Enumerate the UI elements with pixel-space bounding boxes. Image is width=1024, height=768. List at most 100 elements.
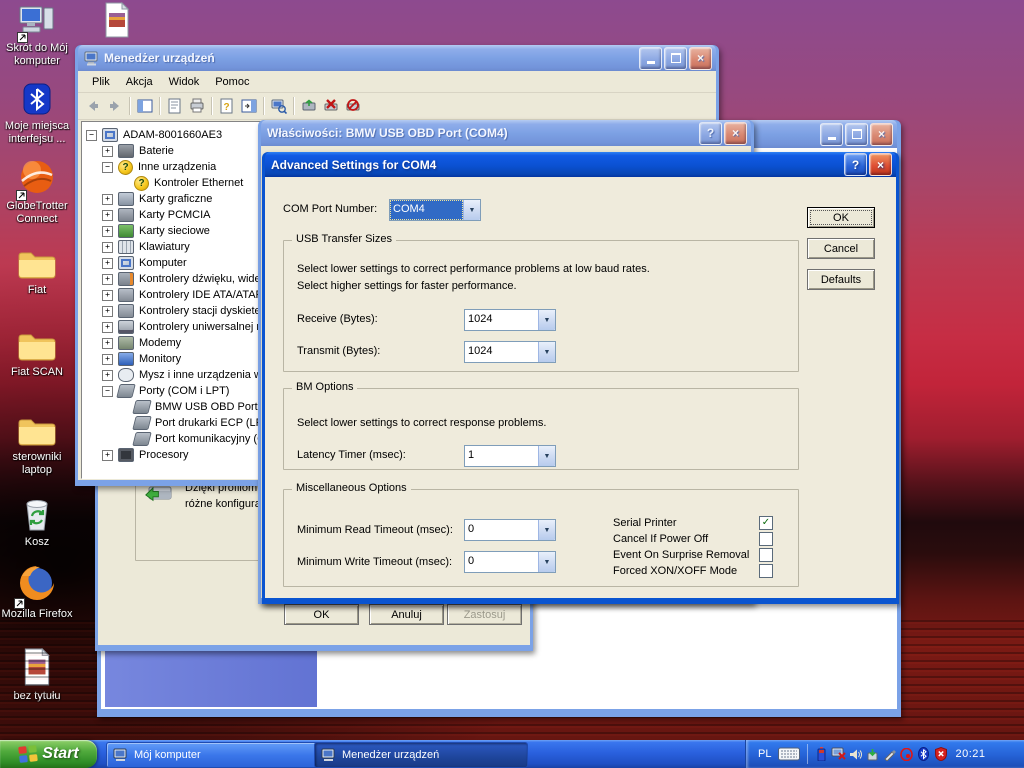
expand-box[interactable]: +	[102, 338, 113, 349]
cancel-button[interactable]: Anuluj	[369, 604, 444, 625]
help-button[interactable]: ?	[844, 153, 867, 176]
collapse-box[interactable]: −	[102, 162, 113, 173]
close-button[interactable]: ×	[689, 47, 712, 70]
expand-box[interactable]: +	[102, 194, 113, 205]
picture-file-icon	[22, 648, 52, 690]
help-button[interactable]: ?	[699, 122, 722, 145]
collapse-box[interactable]: −	[86, 130, 97, 141]
help-button[interactable]: ?	[217, 96, 237, 116]
close-button[interactable]: ×	[724, 122, 747, 145]
expand-box[interactable]: +	[102, 354, 113, 365]
expand-box[interactable]: +	[102, 322, 113, 333]
connect-icon[interactable]	[865, 747, 880, 762]
close-button[interactable]: ×	[869, 153, 892, 176]
dropdown-arrow-icon[interactable]: ▼	[538, 520, 555, 540]
dropdown-arrow-icon[interactable]: ▼	[538, 342, 555, 362]
task-device-manager[interactable]: Menedżer urządzeń	[314, 742, 528, 768]
desktop-icon-folder-fiat-scan[interactable]: Fiat SCAN	[0, 330, 74, 379]
minimize-button[interactable]	[639, 47, 662, 70]
desktop-icon-picture-file[interactable]	[80, 2, 154, 42]
ok-button[interactable]: OK	[284, 604, 359, 625]
menu-plik[interactable]: Plik	[84, 74, 118, 90]
display-error-icon[interactable]	[831, 747, 846, 762]
com-port-value: COM4	[390, 200, 463, 220]
checkbox-unchecked[interactable]	[759, 548, 773, 562]
language-indicator[interactable]: PL	[758, 748, 771, 760]
menu-widok[interactable]: Widok	[161, 74, 208, 90]
security-alert-icon[interactable]	[933, 747, 948, 762]
expand-box[interactable]: +	[102, 210, 113, 221]
minimize-button[interactable]	[820, 123, 843, 146]
back-button[interactable]	[83, 96, 103, 116]
checkbox-label: Event On Surprise Removal	[613, 549, 759, 561]
bluetooth-icon[interactable]	[916, 747, 931, 762]
maximize-button[interactable]	[845, 123, 868, 146]
desktop-icon-bluetooth-places[interactable]: Moje miejsca interfejsu ...	[0, 82, 74, 146]
expand-box[interactable]: +	[102, 226, 113, 237]
port-properties-titlebar[interactable]: Właściwości: BMW USB OBD Port (COM4) ? ×	[261, 120, 751, 146]
menu-pomoc[interactable]: Pomoc	[207, 74, 257, 90]
checkbox-unchecked[interactable]	[759, 532, 773, 546]
cpu-icon	[118, 448, 134, 462]
close-button[interactable]: ×	[870, 123, 893, 146]
desktop-icon-globetrotter[interactable]: GlobeTrotter Connect	[0, 158, 74, 226]
receive-bytes-select[interactable]: 1024 ▼	[464, 309, 556, 331]
checkbox-checked[interactable]: ✓	[759, 516, 773, 530]
dropdown-arrow-icon[interactable]: ▼	[538, 446, 555, 466]
show-console-tree-button[interactable]	[135, 96, 155, 116]
min-read-timeout-select[interactable]: 0 ▼	[464, 519, 556, 541]
latency-timer-value: 1	[465, 446, 538, 466]
print-button[interactable]	[187, 96, 207, 116]
disable-button[interactable]	[343, 96, 363, 116]
maximize-button[interactable]	[664, 47, 687, 70]
start-button[interactable]: Start	[0, 740, 97, 768]
dropdown-arrow-icon[interactable]: ▼	[463, 200, 480, 220]
update-driver-button[interactable]	[299, 96, 319, 116]
checkbox-unchecked[interactable]	[759, 564, 773, 578]
collapse-box[interactable]: −	[102, 386, 113, 397]
advanced-settings-titlebar[interactable]: Advanced Settings for COM4 ? ×	[265, 152, 896, 177]
expand-box[interactable]: +	[102, 146, 113, 157]
vodafone-icon[interactable]	[899, 747, 914, 762]
desktop-icon-label: Skrót do Mój komputer	[0, 42, 74, 68]
task-my-computer[interactable]: Mój komputer	[106, 742, 320, 768]
show-action-pane-button[interactable]	[239, 96, 259, 116]
expand-box[interactable]: +	[102, 242, 113, 253]
defaults-button[interactable]: Defaults	[807, 269, 875, 290]
uninstall-button[interactable]	[321, 96, 341, 116]
usb-help-text-1: Select lower settings to correct perform…	[297, 263, 650, 275]
menu-akcja[interactable]: Akcja	[118, 74, 161, 90]
device-manager-titlebar[interactable]: Menedżer urządzeń ×	[78, 45, 716, 71]
forward-button[interactable]	[105, 96, 125, 116]
keyboard-layout-icon[interactable]	[777, 747, 801, 762]
checkbox-row: Event On Surprise Removal	[613, 547, 773, 563]
cancel-button[interactable]: Cancel	[807, 238, 875, 259]
latency-timer-select[interactable]: 1 ▼	[464, 445, 556, 467]
battery-icon[interactable]	[814, 747, 829, 762]
desktop-icon-firefox[interactable]: Mozilla Firefox	[0, 562, 74, 621]
desktop-icon-folder-sterowniki[interactable]: sterowniki laptop	[0, 415, 74, 477]
dropdown-arrow-icon[interactable]: ▼	[538, 552, 555, 572]
properties-button[interactable]	[165, 96, 185, 116]
pen-icon[interactable]	[882, 747, 897, 762]
groupbox-title: USB Transfer Sizes	[292, 233, 396, 245]
desktop-icon-recycle-bin[interactable]: Kosz	[0, 496, 74, 549]
ok-button[interactable]: OK	[807, 207, 875, 228]
desktop-icon-folder-fiat[interactable]: Fiat	[0, 248, 74, 297]
expand-box[interactable]: +	[102, 306, 113, 317]
min-write-timeout-select[interactable]: 0 ▼	[464, 551, 556, 573]
desktop-icon-bez-tytulu[interactable]: bez tytułu	[0, 648, 74, 703]
expand-box[interactable]: +	[102, 274, 113, 285]
dropdown-arrow-icon[interactable]: ▼	[538, 310, 555, 330]
desktop-icon-label: Mozilla Firefox	[0, 608, 74, 621]
desktop-icon-shortcut-my-computer[interactable]: Skrót do Mój komputer	[0, 4, 74, 68]
com-port-select[interactable]: COM4 ▼	[389, 199, 481, 221]
volume-icon[interactable]	[848, 747, 863, 762]
question-icon: ?	[134, 176, 149, 191]
expand-box[interactable]: +	[102, 370, 113, 381]
transmit-bytes-select[interactable]: 1024 ▼	[464, 341, 556, 363]
expand-box[interactable]: +	[102, 290, 113, 301]
expand-box[interactable]: +	[102, 258, 113, 269]
scan-hardware-button[interactable]	[269, 96, 289, 116]
expand-box[interactable]: +	[102, 450, 113, 461]
